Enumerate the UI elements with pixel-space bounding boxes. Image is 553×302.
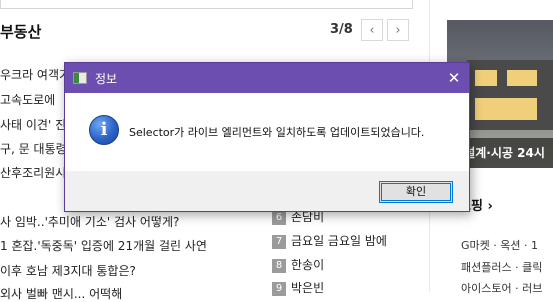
information-icon: i	[89, 115, 119, 145]
shopping-link-line[interactable]: G마켓 · 옥션 · 1	[461, 237, 538, 253]
rank-number: 9	[272, 282, 286, 296]
dialog-titlebar[interactable]: 정보 ✕	[65, 63, 469, 93]
ranking-label: 박은빈	[291, 281, 325, 295]
dialog-title: 정보	[95, 72, 118, 86]
news-item[interactable]: 사태 이견' 진	[0, 116, 66, 133]
ranking-item[interactable]: 9 박은빈	[272, 279, 324, 296]
page-indicator: 3/8	[330, 22, 353, 37]
ranking-label: 금요일 금요일 밤에	[291, 234, 387, 248]
ranking-label: 한송이	[291, 258, 325, 272]
shopping-link-line[interactable]: 아이스토어 · 러브	[461, 280, 542, 296]
ranking-item[interactable]: 7 금요일 금요일 밤에	[272, 232, 387, 249]
news-item[interactable]: 1 혼잡.'독중독' 입증에 21개월 걸린 사연	[0, 237, 207, 254]
dialog-content: i Selector가 라이브 엘리먼트와 일치하도록 업데이트되었습니다.	[65, 93, 469, 171]
news-item[interactable]: 산후조리원시	[0, 164, 66, 181]
ranking-label: 손담비	[291, 210, 325, 224]
house-illustration	[467, 60, 553, 130]
info-dialog: 정보 ✕ i Selector가 라이브 엘리먼트와 일치하도록 업데이트되었습…	[64, 62, 470, 212]
news-item[interactable]: 구, 문 대통령	[0, 140, 67, 157]
news-item[interactable]: 외사 벌빠 맨시... 어떡해	[0, 285, 122, 302]
section-title: 부동산	[0, 23, 42, 41]
ok-button[interactable]: 확인	[379, 181, 453, 203]
next-page-button[interactable]: ›	[387, 19, 409, 41]
shopping-link-line[interactable]: 패션플러스 · 클릭	[461, 259, 542, 275]
search-box-bottom-edge[interactable]	[0, 0, 413, 9]
rank-number: 7	[272, 235, 286, 249]
app-window-icon	[73, 72, 87, 84]
dialog-message: Selector가 라이브 엘리먼트와 일치하도록 업데이트되었습니다.	[129, 126, 425, 139]
ranking-item[interactable]: 8 한송이	[272, 256, 324, 273]
news-item[interactable]: 고속도로에	[0, 91, 55, 108]
rank-number: 6	[272, 211, 286, 225]
news-item[interactable]: 우크라 여객기	[0, 66, 70, 83]
prev-page-button[interactable]: ‹	[361, 19, 383, 41]
news-item[interactable]: 이후 호남 제3지대 통합은?	[0, 262, 136, 279]
news-item[interactable]: 사 임박..'추미애 기소' 검사 어떻게?	[0, 213, 179, 230]
rank-number: 8	[272, 259, 286, 273]
close-button[interactable]: ✕	[439, 63, 469, 93]
